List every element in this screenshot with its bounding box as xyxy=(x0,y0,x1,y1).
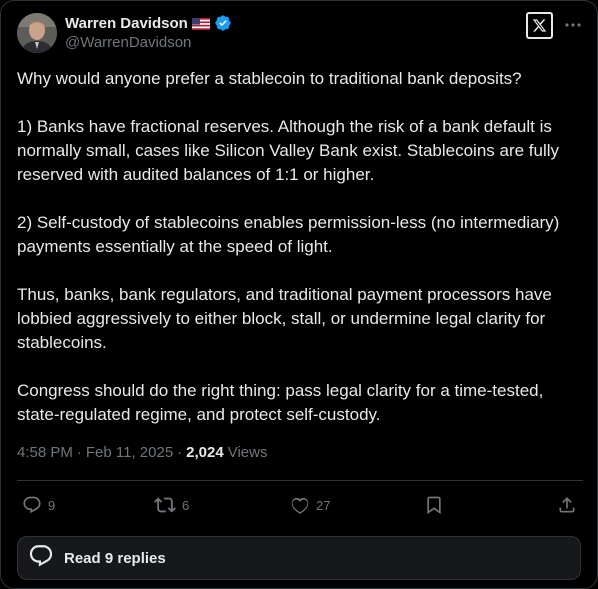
post-time[interactable]: 4:58 PM xyxy=(17,444,73,461)
read-replies-label: Read 9 replies xyxy=(64,549,166,567)
bookmark-button[interactable] xyxy=(424,491,444,519)
verified-badge-icon xyxy=(214,14,232,32)
speech-bubble-icon xyxy=(28,543,54,574)
reply-icon xyxy=(22,495,42,515)
repost-button[interactable]: 6 xyxy=(154,491,189,519)
avatar[interactable] xyxy=(17,13,57,53)
post-date[interactable]: Feb 11, 2025 xyxy=(86,444,173,461)
views-count: 2,024 xyxy=(186,444,224,461)
share-icon xyxy=(557,495,577,515)
post-card: Warren Davidson @WarrenDavidson Why woul… xyxy=(0,0,598,589)
like-count: 27 xyxy=(316,497,331,513)
post-paragraph: Congress should do the right thing: pass… xyxy=(17,381,544,424)
like-icon xyxy=(290,495,310,515)
like-button[interactable]: 27 xyxy=(290,491,330,519)
repost-count: 6 xyxy=(182,497,190,513)
flag-us-icon xyxy=(191,17,210,30)
post-paragraph: 2) Self-custody of stablecoins enables p… xyxy=(17,213,560,256)
views-label: Views xyxy=(227,444,268,461)
meta-separator: · xyxy=(76,444,82,461)
author-name[interactable]: Warren Davidson xyxy=(65,15,188,32)
more-icon[interactable] xyxy=(563,15,583,35)
post-text: Why would anyone prefer a stablecoin to … xyxy=(17,67,587,451)
read-replies-button[interactable]: Read 9 replies xyxy=(17,536,581,580)
divider xyxy=(17,480,583,481)
author-handle[interactable]: @WarrenDavidson xyxy=(65,34,191,51)
author-name-row[interactable]: Warren Davidson xyxy=(65,13,232,33)
meta-separator: · xyxy=(177,444,183,461)
share-button[interactable] xyxy=(557,491,577,519)
action-bar: 9 6 27 xyxy=(17,491,583,519)
post-meta: 4:58 PM · Feb 11, 2025 · 2,024 Views xyxy=(17,444,267,461)
x-logo-icon[interactable] xyxy=(526,12,553,39)
post-paragraph: 1) Banks have fractional reserves. Altho… xyxy=(17,117,560,184)
reply-count: 9 xyxy=(48,497,56,513)
reply-button[interactable]: 9 xyxy=(22,491,55,519)
bookmark-icon xyxy=(424,495,444,515)
post-paragraph: Thus, banks, bank regulators, and tradit… xyxy=(17,285,552,352)
post-paragraph: Why would anyone prefer a stablecoin to … xyxy=(17,69,522,88)
repost-icon xyxy=(154,494,176,516)
